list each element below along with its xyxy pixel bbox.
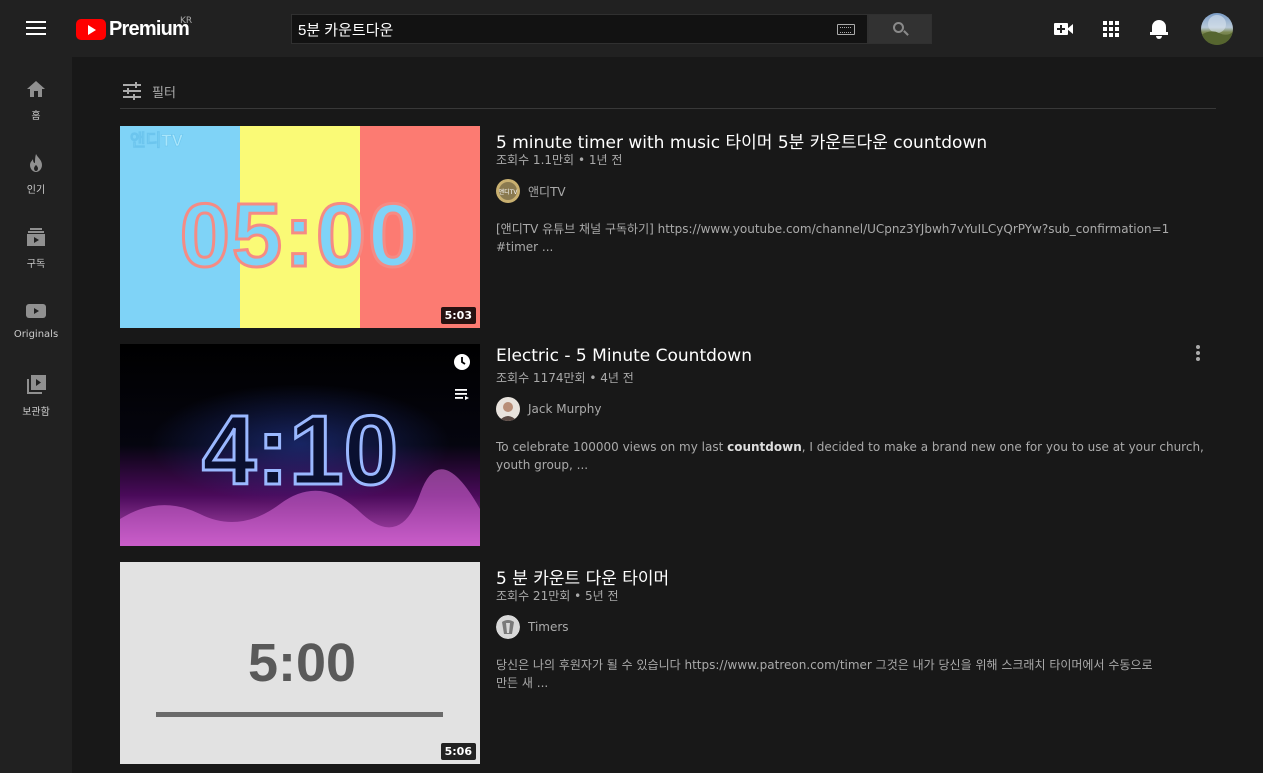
video-meta: 조회수 21만회 • 5년 전 bbox=[496, 587, 619, 604]
apps-grid-icon[interactable] bbox=[1099, 17, 1123, 41]
meta-separator: • bbox=[577, 153, 586, 167]
channel-link[interactable]: Jack Murphy bbox=[496, 397, 601, 421]
meta-separator: • bbox=[574, 589, 582, 603]
video-meta: 조회수 1.1만회 • 1년 전 bbox=[496, 151, 622, 168]
description-text: To celebrate 100000 views on my last bbox=[496, 440, 728, 454]
meta-separator: • bbox=[589, 371, 597, 385]
video-title[interactable]: Electric - 5 Minute Countdown bbox=[496, 346, 752, 366]
sidebar-item-originals[interactable]: Originals bbox=[0, 301, 72, 375]
youtube-play-logo-icon bbox=[76, 18, 106, 40]
library-icon bbox=[27, 375, 46, 394]
video-description: To celebrate 100000 views on my last cou… bbox=[496, 438, 1216, 474]
notifications-bell-icon[interactable] bbox=[1147, 17, 1171, 41]
account-avatar[interactable] bbox=[1201, 13, 1233, 45]
sidebar-item-label: 홈 bbox=[31, 111, 41, 122]
sidebar-item-trending[interactable]: 인기 bbox=[0, 153, 72, 227]
video-title[interactable]: 5 분 카운트 다운 타이머 bbox=[496, 564, 669, 589]
originals-icon bbox=[26, 304, 46, 318]
channel-avatar bbox=[496, 615, 520, 639]
video-result: 앤디TV 05:00 5:03 5 minute timer with musi… bbox=[120, 126, 1220, 328]
video-duration: 5:03 bbox=[440, 307, 476, 324]
search-input[interactable] bbox=[298, 19, 818, 39]
fire-icon bbox=[30, 154, 42, 172]
create-video-icon[interactable] bbox=[1051, 17, 1075, 41]
more-actions-icon[interactable] bbox=[1190, 344, 1206, 364]
thumbnail-timer-text: 4:10 bbox=[202, 395, 398, 505]
upload-age: 5년 전 bbox=[585, 589, 619, 603]
video-duration: 5:06 bbox=[440, 743, 476, 760]
video-description: [앤디TV 유튜브 채널 구독하기] https://www.youtube.c… bbox=[496, 220, 1216, 256]
sidebar-item-library[interactable]: 보관함 bbox=[0, 375, 72, 449]
upload-age: 4년 전 bbox=[600, 371, 634, 385]
guide-sidebar: 홈 인기 구독 Originals 보관함 bbox=[0, 57, 72, 773]
video-result: 5:00 5:06 5 분 카운트 다운 타이머 조회수 21만회 • 5년 전… bbox=[120, 562, 1220, 764]
description-highlight: countdown bbox=[727, 440, 802, 454]
logo-text: Premium bbox=[109, 17, 190, 40]
sidebar-item-label: 인기 bbox=[26, 185, 46, 196]
video-thumbnail[interactable]: 앤디TV 05:00 5:03 bbox=[120, 126, 480, 328]
search-results: 필터 앤디TV 05:00 5:03 5 minute timer with m… bbox=[72, 57, 1263, 773]
video-thumbnail[interactable]: 5:00 5:06 bbox=[120, 562, 480, 764]
top-bar: Premium KR bbox=[0, 0, 1263, 57]
description-line: 당신은 나의 후원자가 될 수 있습니다 https://www.patreon… bbox=[496, 658, 1153, 672]
home-icon bbox=[27, 81, 45, 97]
video-description: 당신은 나의 후원자가 될 수 있습니다 https://www.patreon… bbox=[496, 656, 1216, 692]
channel-name: Timers bbox=[528, 620, 569, 634]
sidebar-item-subscriptions[interactable]: 구독 bbox=[0, 227, 72, 301]
channel-link[interactable]: 앤디TV 앤디TV bbox=[496, 179, 566, 203]
video-result: 4:10 Electric - 5 Minute Countdown 조회수 1… bbox=[120, 344, 1220, 546]
upload-age: 1년 전 bbox=[588, 153, 623, 167]
search-box bbox=[291, 14, 868, 44]
description-line: 만든 새 ... bbox=[496, 676, 549, 690]
video-thumbnail[interactable]: 4:10 bbox=[120, 344, 480, 546]
sidebar-item-home[interactable]: 홈 bbox=[0, 79, 72, 153]
keyboard-icon[interactable] bbox=[837, 24, 855, 35]
filter-sliders-icon bbox=[123, 82, 141, 100]
thumbnail-watermark: 앤디TV bbox=[130, 131, 184, 150]
menu-icon[interactable] bbox=[26, 20, 46, 36]
view-count: 조회수 1.1만회 bbox=[496, 153, 575, 167]
view-count: 조회수 1174만회 bbox=[496, 371, 586, 385]
thumbnail-timer-text: 05:00 bbox=[180, 186, 420, 286]
description-line: #timer ... bbox=[496, 240, 554, 254]
sidebar-item-label: 보관함 bbox=[22, 407, 50, 418]
channel-avatar bbox=[496, 397, 520, 421]
channel-avatar: 앤디TV bbox=[496, 179, 520, 203]
add-to-queue-icon[interactable] bbox=[452, 384, 472, 404]
avatar-text: 앤디TV bbox=[499, 188, 518, 196]
filter-label: 필터 bbox=[152, 86, 176, 101]
view-count: 조회수 21만회 bbox=[496, 589, 571, 603]
search-button[interactable] bbox=[868, 14, 932, 44]
sidebar-item-label: 구독 bbox=[26, 259, 46, 270]
sidebar-item-label: Originals bbox=[13, 329, 59, 340]
subscriptions-icon bbox=[27, 228, 45, 246]
channel-name: Jack Murphy bbox=[528, 402, 602, 416]
channel-name: 앤디TV bbox=[528, 184, 566, 199]
logo-region-code: KR bbox=[180, 16, 193, 26]
filter-button[interactable]: 필터 bbox=[120, 77, 1216, 109]
video-meta: 조회수 1174만회 • 4년 전 bbox=[496, 369, 634, 386]
youtube-premium-logo[interactable]: Premium KR bbox=[76, 16, 193, 40]
channel-link[interactable]: Timers bbox=[496, 615, 569, 639]
watch-later-clock-icon[interactable] bbox=[452, 352, 472, 372]
thumbnail-timer-text: 5:00 bbox=[248, 633, 356, 693]
description-line: [앤디TV 유튜브 채널 구독하기] https://www.youtube.c… bbox=[496, 222, 1170, 236]
video-title[interactable]: 5 minute timer with music 타이머 5분 카운트다운 c… bbox=[496, 128, 987, 153]
